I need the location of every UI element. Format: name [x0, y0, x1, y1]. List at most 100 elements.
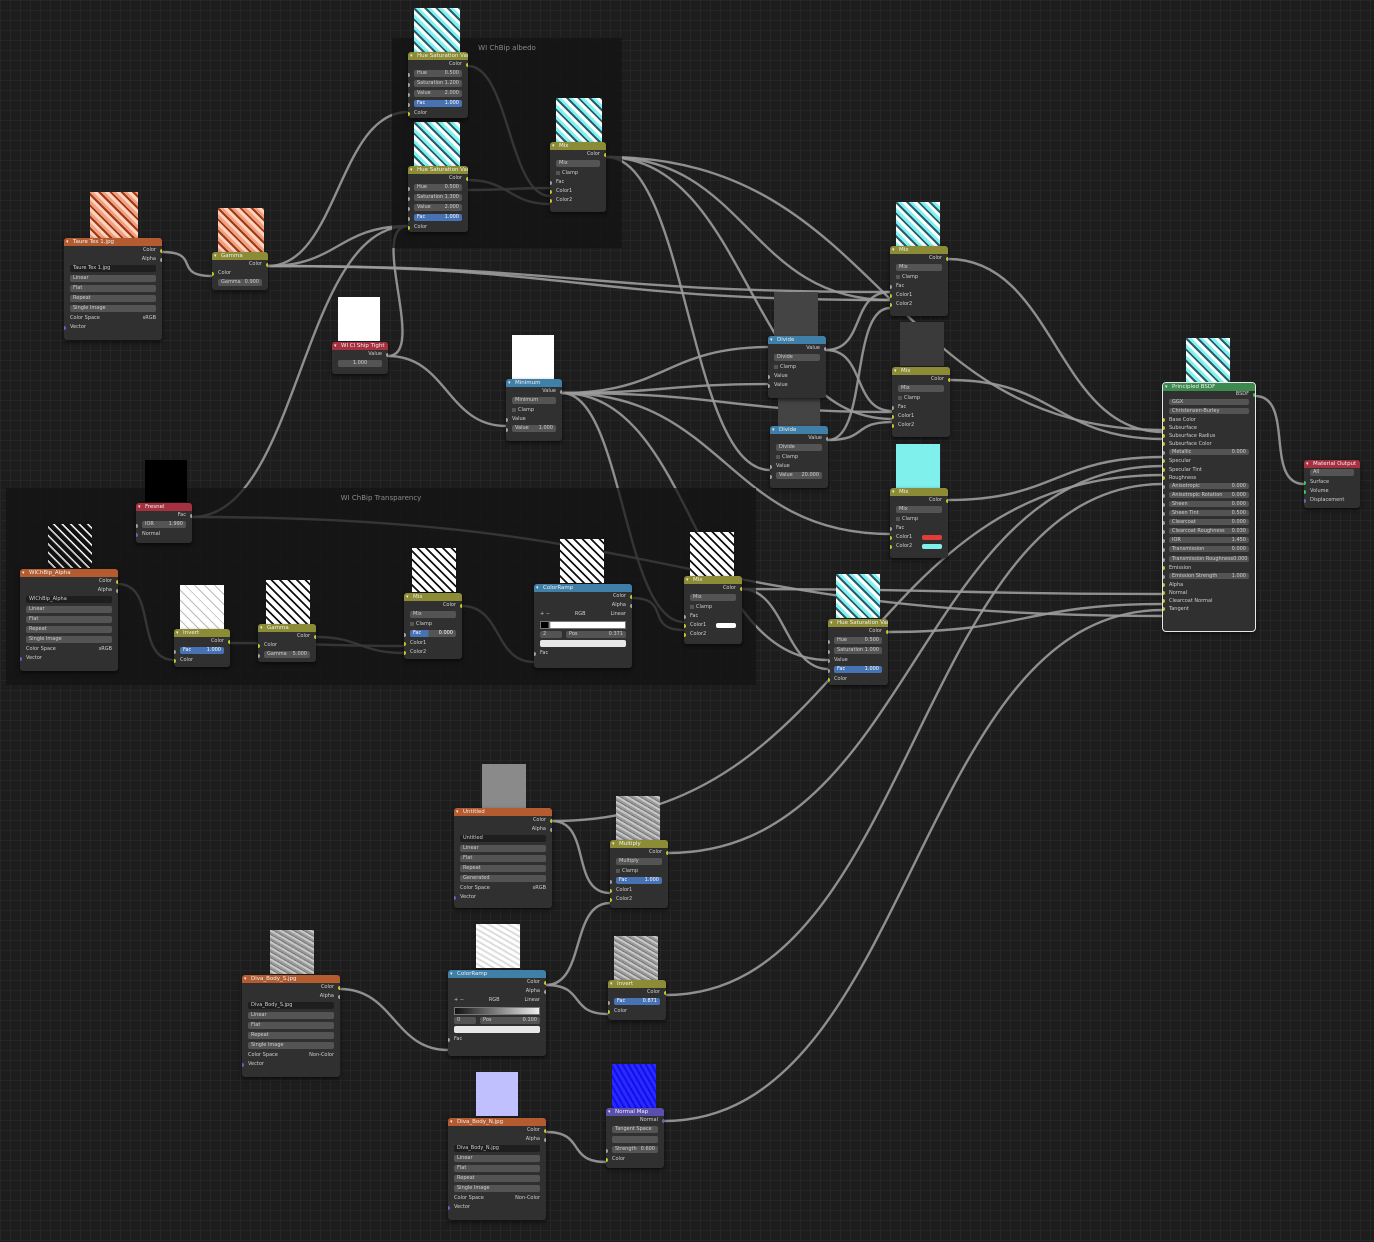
blend-mode-dropdown[interactable]: Mix [556, 160, 600, 167]
node-fresnel[interactable]: Fresnel Fac IOR1.990 Normal [136, 503, 192, 543]
node-mix-r2[interactable]: Mix Color Mix Clamp Fac Color1 Color2 [892, 367, 950, 437]
socket-grey[interactable] [408, 73, 410, 77]
add-remove-stops[interactable]: + − [454, 996, 464, 1005]
clamp-checkbox[interactable]: Clamp [770, 453, 828, 462]
socket-purple[interactable] [1304, 499, 1306, 503]
node-header[interactable]: Diva_Body_N.jpg [448, 1118, 546, 1126]
node-material-output[interactable]: Material Output All Surface Volume Displ… [1304, 460, 1360, 508]
bsdf-value-field[interactable]: Clearcoat 0.000 [1169, 519, 1249, 526]
node-header[interactable]: Invert [174, 629, 230, 637]
ior-field[interactable]: IOR 1.990 [142, 521, 186, 528]
node-colorramp-mid[interactable]: ColorRamp Color Alpha + − RGB Linear 2 Pos0… [534, 584, 632, 668]
node-mix-top[interactable]: Mix Color Mix Clamp Fac Color1 Color2 [550, 142, 606, 212]
node-link[interactable] [887, 602, 1164, 634]
socket-grey[interactable] [1163, 539, 1165, 544]
node-link[interactable] [339, 987, 449, 1052]
socket-yellow[interactable] [1163, 434, 1165, 439]
node-header[interactable]: Gamma [258, 624, 316, 632]
source-dropdown[interactable]: Single Image [26, 636, 112, 643]
node-link[interactable] [561, 345, 771, 395]
blend-mode-dropdown[interactable]: Mix [896, 264, 942, 271]
socket-grey[interactable] [1163, 557, 1165, 562]
clamp-checkbox[interactable]: Clamp [610, 867, 668, 876]
socket-grey[interactable] [828, 650, 830, 654]
socket-yellow[interactable] [886, 630, 888, 634]
projection-dropdown[interactable]: Flat [26, 616, 112, 623]
socket-yellow[interactable] [1163, 598, 1165, 603]
projection-dropdown[interactable]: Flat [70, 285, 156, 292]
saturation-field[interactable]: Saturation 1.300 [414, 194, 462, 201]
socket-grey[interactable] [160, 258, 162, 262]
distribution-dropdown[interactable]: GGX [1169, 399, 1249, 405]
gamma-field[interactable]: Gamma 0.900 [218, 279, 262, 286]
fac-field[interactable]: Fac 0.000 [410, 630, 456, 637]
node-header[interactable]: Untitled [454, 808, 552, 816]
socket-grey[interactable] [404, 633, 406, 637]
node-divide2[interactable]: Divide Value Divide Clamp Value Value20.… [770, 426, 828, 488]
socket-grey[interactable] [116, 589, 118, 593]
node-header[interactable]: Hue Saturation Value [828, 619, 888, 627]
socket-grey[interactable] [770, 465, 772, 469]
socket-grey[interactable] [1163, 574, 1165, 579]
interpolation-dropdown[interactable]: Linear [26, 606, 112, 613]
subsurface-method-dropdown[interactable]: Christensen-Burley [1169, 408, 1249, 414]
socket-grey[interactable] [768, 375, 770, 379]
node-header[interactable]: Mix [892, 367, 950, 375]
bsdf-value-field[interactable]: IOR 1.450 [1169, 537, 1249, 544]
socket-green[interactable] [1304, 481, 1306, 485]
socket-yellow[interactable] [544, 1129, 546, 1133]
socket-grey[interactable] [544, 1138, 546, 1142]
node-header[interactable]: ColorRamp [448, 970, 546, 978]
node-header[interactable]: Divide [770, 426, 828, 434]
extension-dropdown[interactable]: Repeat [26, 626, 112, 633]
interpolation-dropdown[interactable]: Linear [70, 275, 156, 282]
projection-dropdown[interactable]: Flat [248, 1022, 334, 1029]
socket-grey[interactable] [448, 1038, 450, 1042]
bsdf-value-field[interactable]: Sheen 0.000 [1169, 500, 1249, 507]
socket-grey[interactable] [892, 406, 894, 410]
node-header[interactable]: Normal Map [606, 1108, 664, 1116]
node-header[interactable]: Material Output [1304, 460, 1360, 468]
socket-yellow[interactable] [466, 63, 468, 67]
node-body-s-tex[interactable]: Diva_Body_S.jpg Color Alpha Diva_Body_S.… [242, 975, 340, 1077]
node-link[interactable] [741, 587, 1164, 596]
socket-grey[interactable] [824, 347, 826, 351]
socket-yellow[interactable] [314, 635, 316, 639]
node-link[interactable] [947, 257, 1164, 434]
socket-grey[interactable] [258, 654, 260, 658]
node-rgb-value[interactable]: WI Cl Ship Tight Value 1.000 [332, 342, 388, 374]
bsdf-value-field[interactable]: Anisotropic 0.000 [1169, 482, 1249, 489]
clamp-checkbox[interactable]: Clamp [768, 363, 826, 372]
socket-yellow[interactable] [408, 226, 410, 230]
socket-grey[interactable] [560, 390, 562, 394]
node-mix-mid[interactable]: Mix Color Mix Clamp Fac0.000 Color1 Colo… [404, 593, 462, 659]
operation-dropdown[interactable]: Minimum [512, 397, 556, 404]
node-header[interactable]: Hue Saturation Value [408, 166, 468, 174]
projection-dropdown[interactable]: Flat [454, 1165, 540, 1172]
node-header[interactable]: Gamma [212, 252, 268, 260]
color-space-value[interactable]: sRGB [143, 314, 156, 323]
clamp-checkbox[interactable]: Clamp [892, 394, 950, 403]
socket-grey[interactable] [770, 475, 772, 479]
socket-grey[interactable] [1163, 502, 1165, 507]
node-header[interactable]: Mix [404, 593, 462, 601]
clamp-checkbox[interactable]: Clamp [404, 620, 462, 629]
socket-green[interactable] [1304, 490, 1306, 494]
node-link[interactable] [605, 155, 771, 472]
value-field[interactable]: Value 20.000 [776, 472, 822, 479]
color2-swatch[interactable] [922, 544, 942, 549]
color1-swatch[interactable] [922, 535, 942, 540]
fac-field[interactable]: Fac 1.000 [414, 100, 462, 107]
node-multiply[interactable]: Multiply Color Multiply Clamp Fac1.000 C… [610, 840, 668, 908]
socket-grey[interactable] [534, 652, 536, 656]
node-link[interactable] [605, 155, 893, 421]
node-header[interactable]: Multiply [610, 840, 668, 848]
node-link[interactable] [561, 391, 893, 414]
extension-dropdown[interactable]: Repeat [460, 865, 546, 872]
socket-yellow[interactable] [1163, 565, 1165, 570]
socket-yellow[interactable] [1163, 475, 1165, 480]
socket-grey[interactable] [890, 285, 892, 289]
fac-field[interactable]: Fac 1.000 [834, 666, 882, 673]
fac-field[interactable]: Fac 0.871 [614, 998, 660, 1005]
frame-transparency[interactable]: WI ChBip Transparency [6, 488, 756, 685]
